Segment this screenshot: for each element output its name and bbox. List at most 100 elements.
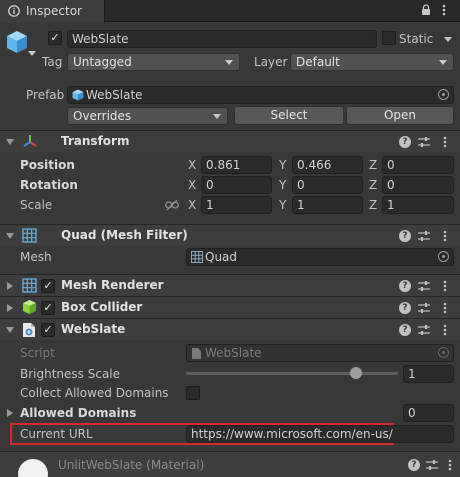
help-icon[interactable]: ? — [399, 324, 411, 336]
material-header[interactable]: UnlitWebSlate (Material) ? — [0, 451, 460, 477]
tag-dropdown[interactable]: Untagged — [67, 53, 240, 71]
object-picker-icon[interactable] — [438, 251, 449, 262]
allowed-domains-foldout-icon[interactable] — [7, 409, 13, 417]
position-x-label[interactable]: X — [188, 158, 196, 172]
layer-dropdown[interactable]: Default — [290, 53, 454, 71]
scale-y-label[interactable]: Y — [279, 198, 286, 212]
tag-value: Untagged — [73, 55, 132, 69]
help-icon[interactable]: ? — [399, 230, 411, 242]
preset-sliders-icon[interactable] — [426, 459, 438, 471]
box-collider-header[interactable]: ✓ Box Collider ? — [0, 296, 460, 318]
preset-sliders-icon[interactable] — [418, 324, 430, 336]
rotation-label: Rotation — [20, 178, 78, 192]
gameobject-name-field[interactable]: WebSlate — [67, 30, 377, 48]
foldout-arrow-icon[interactable] — [6, 139, 14, 145]
object-picker-icon — [438, 347, 449, 358]
preset-sliders-icon[interactable] — [418, 230, 430, 242]
help-icon[interactable]: ? — [399, 280, 411, 292]
rotation-y-label[interactable]: Y — [279, 178, 286, 192]
kebab-menu-icon[interactable] — [443, 324, 447, 336]
preset-sliders-icon[interactable] — [418, 280, 430, 292]
scale-label: Scale — [20, 198, 53, 212]
help-icon[interactable]: ? — [408, 459, 420, 471]
foldout-arrow-icon[interactable] — [6, 233, 14, 239]
prefab-cube-icon — [72, 89, 84, 101]
webslate-header[interactable]: # ✓ WebSlate ? — [0, 318, 460, 340]
static-checkbox[interactable] — [382, 31, 396, 45]
scale-x-label[interactable]: X — [188, 198, 196, 212]
kebab-menu-icon[interactable] — [442, 4, 446, 16]
gameobject-cube-icon — [6, 30, 28, 54]
transform-icon — [22, 134, 38, 150]
help-icon[interactable]: ? — [399, 302, 411, 314]
scale-y-field[interactable]: 1 — [292, 196, 363, 214]
mesh-label: Mesh — [20, 250, 52, 264]
material-preview-icon — [18, 459, 48, 477]
brightness-label: Brightness Scale — [20, 367, 121, 381]
position-z-field[interactable]: 0 — [382, 156, 454, 174]
script-file-icon — [191, 347, 202, 360]
tab-inspector[interactable]: Inspector — [0, 0, 105, 23]
webslate-title: WebSlate — [61, 322, 126, 336]
icon-dropdown-arrow[interactable] — [28, 51, 36, 56]
preset-sliders-icon[interactable] — [418, 302, 430, 314]
layer-label: Layer — [254, 55, 288, 69]
gameobject-active-checkbox[interactable]: ✓ — [48, 31, 62, 45]
rotation-x-label[interactable]: X — [188, 178, 196, 192]
prefab-value: WebSlate — [86, 88, 143, 102]
transform-header[interactable]: Transform ? — [0, 130, 460, 152]
position-y-field[interactable]: 0.466 — [292, 156, 363, 174]
lock-icon[interactable] — [421, 4, 431, 16]
brightness-value-field[interactable]: 1 — [403, 365, 454, 383]
mesh-renderer-header[interactable]: ✓ Mesh Renderer ? — [0, 274, 460, 296]
kebab-menu-icon[interactable] — [443, 136, 447, 148]
help-icon[interactable]: ? — [399, 136, 411, 148]
mesh-renderer-enabled-checkbox[interactable]: ✓ — [41, 279, 55, 293]
current-url-label: Current URL — [20, 427, 93, 441]
tag-label: Tag — [42, 55, 63, 69]
webslate-enabled-checkbox[interactable]: ✓ — [41, 323, 55, 337]
kebab-menu-icon[interactable] — [443, 230, 447, 242]
open-button[interactable]: Open — [346, 106, 454, 125]
mesh-field[interactable]: Quad — [186, 248, 454, 266]
position-z-label[interactable]: Z — [369, 158, 377, 172]
collect-domains-checkbox[interactable] — [186, 386, 200, 400]
collect-domains-label: Collect Allowed Domains — [20, 386, 169, 400]
current-url-field[interactable]: https://www.microsoft.com/en-us/ — [186, 425, 454, 443]
rotation-y-field[interactable]: 0 — [292, 176, 363, 194]
brightness-slider-thumb[interactable] — [349, 367, 362, 379]
chevron-down-icon — [439, 60, 447, 65]
static-label: Static — [399, 32, 434, 46]
allowed-domains-count-field[interactable]: 0 — [403, 404, 454, 422]
allowed-domains-label[interactable]: Allowed Domains — [20, 406, 136, 420]
position-y-label[interactable]: Y — [279, 158, 286, 172]
scale-z-label[interactable]: Z — [369, 198, 377, 212]
scale-x-field[interactable]: 1 — [201, 196, 272, 214]
rotation-z-field[interactable]: 0 — [382, 176, 454, 194]
object-picker-icon[interactable] — [438, 89, 449, 100]
static-dropdown-arrow[interactable] — [444, 37, 452, 42]
rotation-z-label[interactable]: Z — [369, 178, 377, 192]
rotation-x-field[interactable]: 0 — [201, 176, 272, 194]
foldout-arrow-icon[interactable] — [6, 327, 14, 333]
box-collider-enabled-checkbox[interactable]: ✓ — [41, 301, 55, 315]
select-button[interactable]: Select — [234, 106, 344, 125]
preset-sliders-icon[interactable] — [418, 136, 430, 148]
prefab-label: Prefab — [26, 88, 65, 102]
kebab-menu-icon[interactable] — [448, 459, 452, 471]
inspector-icon — [8, 5, 20, 17]
position-x-field[interactable]: 0.861 — [201, 156, 272, 174]
kebab-menu-icon[interactable] — [443, 280, 447, 292]
mesh-grid-icon — [22, 228, 37, 243]
brightness-slider-track[interactable] — [186, 372, 398, 375]
mesh-grid-icon — [191, 251, 203, 263]
mesh-filter-header[interactable]: Quad (Mesh Filter) ? — [0, 224, 460, 246]
foldout-arrow-icon[interactable] — [7, 304, 13, 312]
foldout-arrow-icon[interactable] — [7, 282, 13, 290]
overrides-dropdown[interactable]: Overrides — [67, 107, 228, 125]
unlinked-scale-icon[interactable] — [165, 199, 179, 211]
kebab-menu-icon[interactable] — [443, 302, 447, 314]
csharp-script-icon: # — [22, 322, 36, 338]
scale-z-field[interactable]: 1 — [382, 196, 454, 214]
prefab-field[interactable]: WebSlate — [67, 86, 454, 104]
